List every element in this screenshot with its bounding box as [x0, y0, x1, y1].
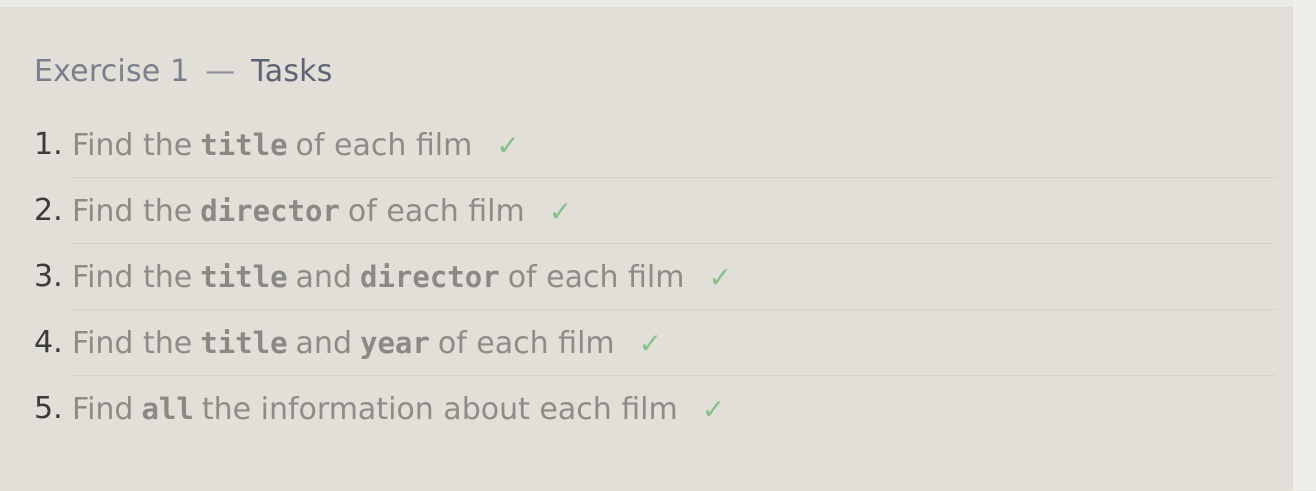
exercise-label: Exercise 1 [34, 54, 190, 89]
task-text: Find all the information about each film ✓ [72, 392, 725, 427]
task-number: 3. [34, 259, 63, 294]
code-keyword: director [200, 194, 340, 228]
check-icon: ✓ [496, 129, 520, 162]
task-item: 4. Find the title and year of each film ✓ [34, 310, 1276, 376]
code-keyword: title [200, 326, 288, 360]
task-number: 4. [34, 325, 63, 360]
task-text-segment: and [295, 326, 352, 361]
task-item: 2. Find the director of each film ✓ [34, 178, 1276, 244]
task-text-segment: Find the [72, 260, 193, 295]
task-text-segment: and [295, 260, 352, 295]
task-text: Find the title and director of each film ✓ [72, 260, 732, 295]
task-number: 2. [34, 193, 63, 228]
task-text-segment: Find the [72, 194, 193, 229]
task-number: 1. [34, 127, 63, 162]
exercise-heading: Exercise 1 — Tasks [34, 52, 333, 92]
code-keyword: title [200, 128, 288, 162]
task-item: 5. Find all the information about each film… [34, 376, 1276, 442]
heading-separator: — [205, 54, 236, 89]
task-text-segment: of each film [437, 326, 615, 361]
check-icon: ✓ [701, 393, 726, 426]
task-text-segment: the information about each film [201, 392, 678, 427]
check-icon: ✓ [708, 261, 732, 294]
task-text-segment: Find [72, 392, 134, 427]
code-keyword: year [360, 326, 430, 360]
code-keyword: director [360, 260, 500, 294]
task-list: 1. Find the title of each film ✓ 2. Find the di… [34, 112, 1276, 442]
code-keyword: all [141, 392, 194, 426]
task-text-segment: of each film [347, 194, 525, 229]
task-text: Find the director of each film ✓ [72, 194, 572, 229]
code-keyword: title [200, 260, 288, 294]
check-icon: ✓ [548, 195, 573, 228]
task-text-segment: Find the [72, 326, 193, 361]
check-icon: ✓ [638, 327, 663, 360]
top-bar [0, 0, 1293, 7]
task-text: Find the title of each film ✓ [72, 128, 520, 163]
task-item: 3. Find the title and director of each film ✓ [34, 244, 1276, 310]
exercise-title: Tasks [251, 54, 333, 89]
exercise-panel: Exercise 1 — Tasks 1. Find the title of eac… [0, 7, 1293, 491]
task-text-segment: of each film [507, 260, 685, 295]
task-text-segment: Find the [72, 128, 193, 163]
scrollbar-track[interactable] [1293, 0, 1316, 490]
task-text: Find the title and year of each film ✓ [72, 326, 662, 361]
task-text-segment: of each film [295, 128, 473, 163]
task-item: 1. Find the title of each film ✓ [34, 112, 1276, 178]
task-number: 5. [34, 391, 63, 426]
